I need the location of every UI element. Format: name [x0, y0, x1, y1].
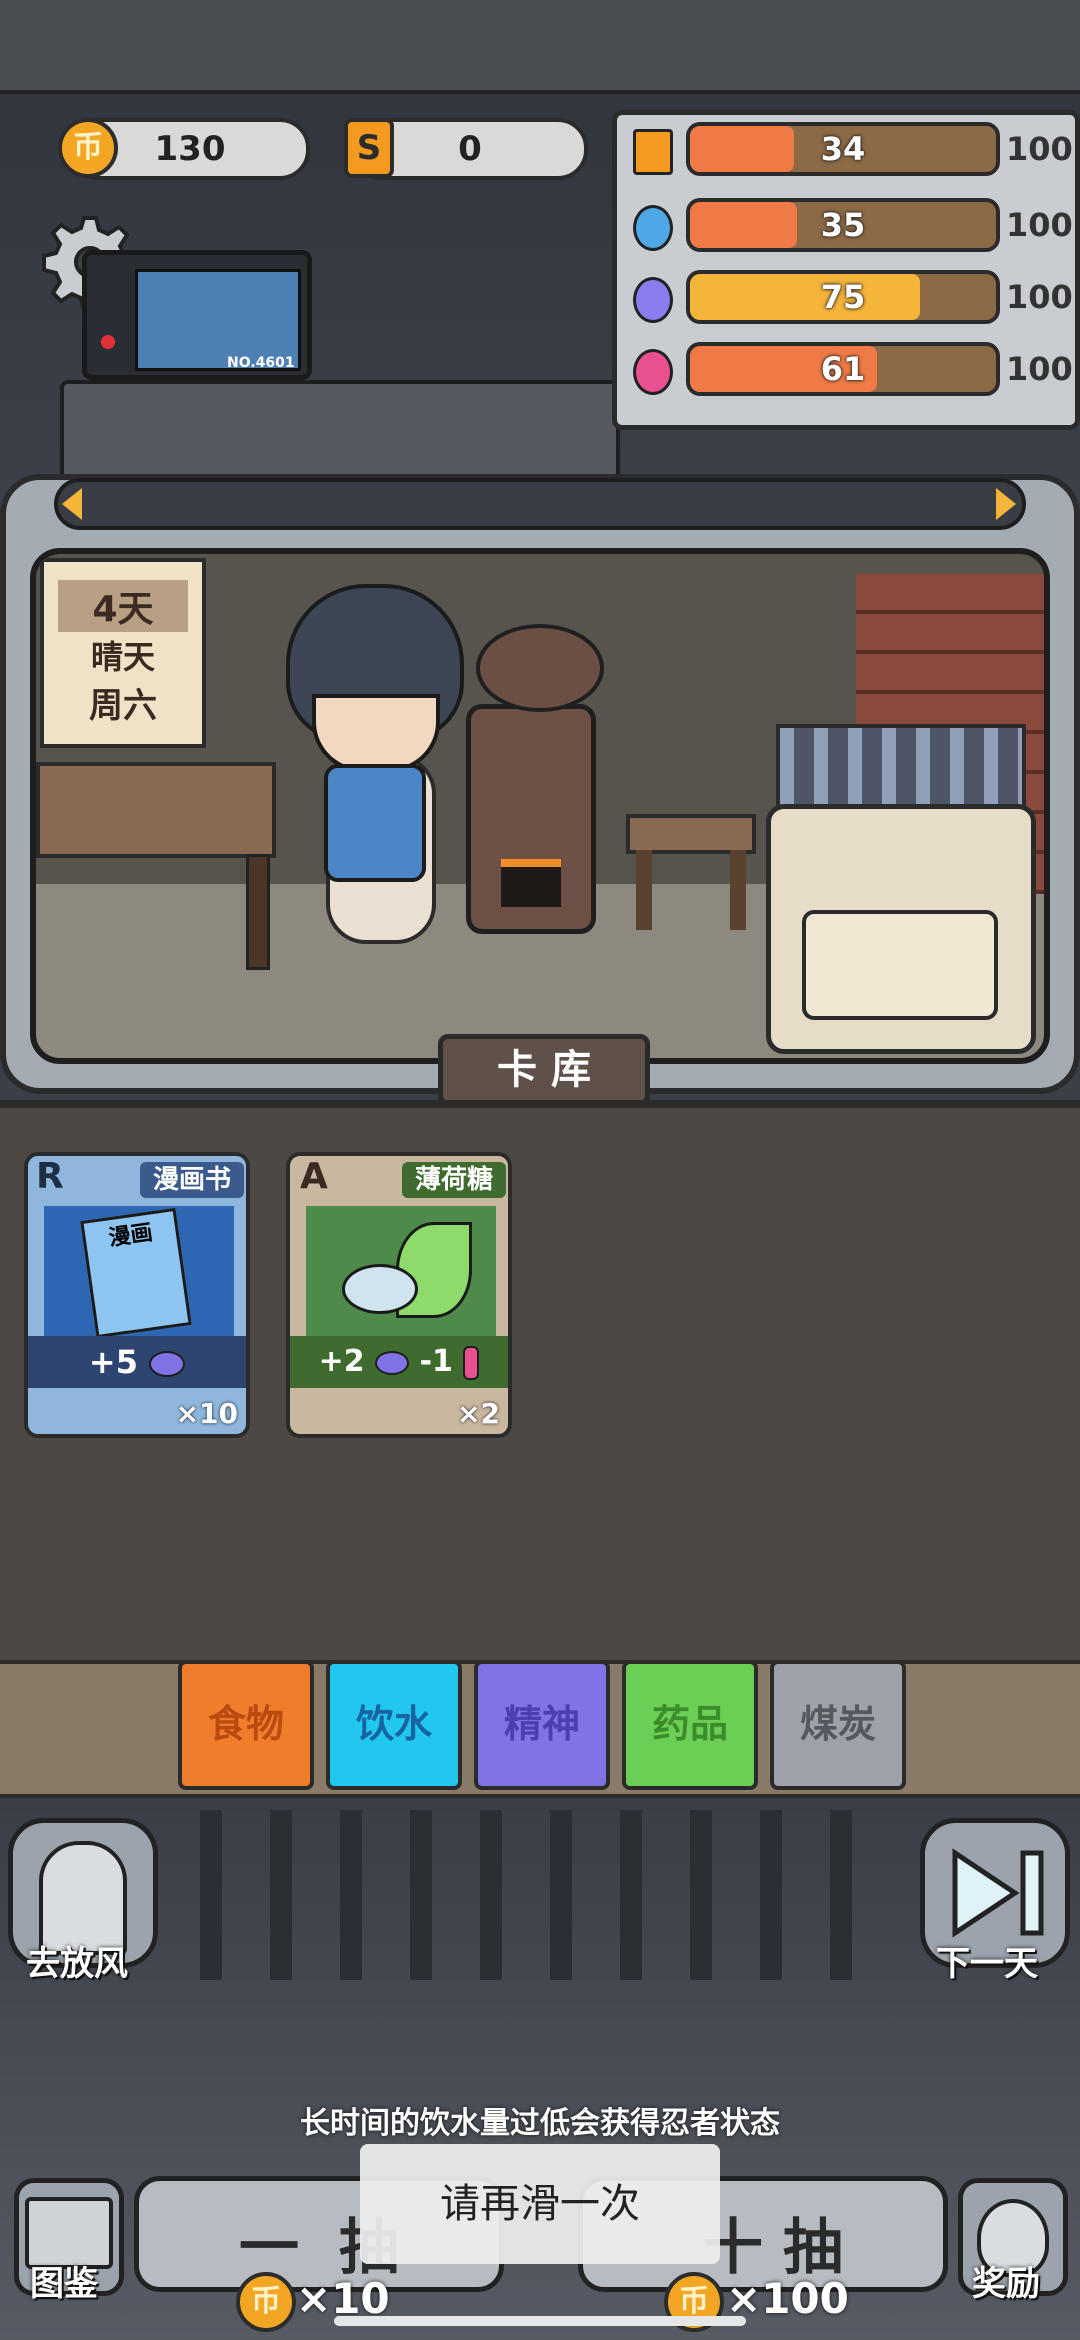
card-effect-band: +5 — [28, 1336, 246, 1388]
card-effect-band: +2 -1 — [290, 1336, 508, 1388]
draw-ten-cost: ×100 — [726, 2274, 849, 2323]
stat-max: 100 — [1006, 350, 1073, 388]
candy-disc-icon — [342, 1264, 418, 1314]
card-count: ×10 — [175, 1397, 238, 1430]
thermometer-icon — [463, 1345, 480, 1380]
card-effect: +2 — [318, 1344, 365, 1379]
stat-row: 35 100 — [626, 198, 1076, 254]
go-out-label: 去放风 — [26, 1944, 128, 1984]
special-currency-icon: S — [344, 118, 394, 178]
tip-text: 长时间的饮水量过低会获得忍者状态 — [300, 2106, 780, 2141]
stool-legs — [636, 850, 746, 930]
home-indicator[interactable] — [334, 2316, 746, 2326]
stat-row: 75 100 — [626, 270, 1076, 326]
bed-headboard — [776, 724, 1026, 814]
stat-bar: 34 — [686, 122, 1000, 176]
stat-value: 75 — [820, 278, 866, 316]
card-name: 漫画书 — [140, 1162, 244, 1198]
room-prev-arrow[interactable] — [62, 488, 82, 520]
brain-icon — [375, 1350, 410, 1375]
security-monitor: NO.4601 — [82, 250, 312, 380]
room-nav-bar — [54, 478, 1026, 530]
mint-candy-art — [306, 1206, 496, 1336]
draw-one-coin-icon: 币 — [236, 2272, 296, 2332]
water-drop-icon — [630, 202, 676, 251]
wooden-table — [36, 762, 276, 858]
brain-icon — [149, 1351, 186, 1377]
monitor-red-light — [101, 335, 115, 349]
stove-fire — [501, 859, 561, 907]
category-tab[interactable]: 药品 — [622, 1660, 758, 1790]
stat-row: 61 100 — [626, 342, 1076, 398]
category-tab[interactable]: 食物 — [178, 1660, 314, 1790]
thermometer-icon — [630, 346, 676, 395]
card-rank: R — [36, 1156, 64, 1197]
character-face — [312, 694, 440, 772]
stove-lid — [476, 624, 604, 712]
category-tab[interactable]: 精神 — [474, 1660, 610, 1790]
room-next-arrow[interactable] — [996, 488, 1016, 520]
calendar-weekday: 周六 — [89, 686, 157, 726]
card-name: 薄荷糖 — [402, 1162, 506, 1198]
card-comic-book[interactable]: R 漫画书 漫画 +5 ×10 — [24, 1152, 250, 1438]
stat-row: 34 100 — [626, 122, 1076, 178]
prisoner-character — [276, 584, 466, 914]
monitor-label: NO.4601 — [227, 355, 295, 371]
calendar-day: 4天 — [58, 580, 188, 632]
stat-value: 35 — [820, 206, 866, 244]
stat-max: 100 — [1006, 130, 1073, 168]
room-scene: 4天 晴天 周六 — [30, 548, 1050, 1064]
calendar-weather: 晴天 — [90, 638, 155, 676]
wooden-stool — [626, 814, 756, 854]
energy-icon — [630, 126, 676, 175]
draw-ten-label-right: 抽 — [783, 2213, 843, 2283]
toast-message: 请再滑一次 — [360, 2144, 720, 2264]
card-rank: A — [300, 1156, 328, 1197]
machinery — [60, 380, 620, 480]
stat-value: 61 — [820, 350, 866, 388]
guide-label: 图鉴 — [30, 2264, 98, 2304]
wall-calendar: 4天 晴天 周六 — [40, 558, 206, 748]
next-day-label: 下一天 — [936, 1944, 1038, 1984]
card-count: ×2 — [457, 1397, 500, 1430]
card-effect: +5 — [88, 1343, 138, 1381]
stat-value: 34 — [820, 130, 866, 168]
stat-bar: 35 — [686, 198, 1000, 252]
comic-book-art: 漫画 — [44, 1206, 234, 1339]
stat-bar: 75 — [686, 270, 1000, 324]
stat-max: 100 — [1006, 278, 1073, 316]
table-leg — [246, 854, 270, 970]
prison-bars — [200, 1810, 880, 1980]
coin-icon: 币 — [58, 118, 118, 178]
card-mint-candy[interactable]: A 薄荷糖 +2 -1 ×2 — [286, 1152, 512, 1438]
stat-bar: 61 — [686, 342, 1000, 396]
category-tab[interactable]: 饮水 — [326, 1660, 462, 1790]
card-effect-secondary: -1 — [419, 1344, 453, 1379]
category-tab[interactable]: 煤炭 — [770, 1660, 906, 1790]
stat-max: 100 — [1006, 206, 1073, 244]
character-body — [324, 764, 426, 882]
reward-label: 奖励 — [972, 2264, 1040, 2304]
ceiling-planks — [0, 0, 1080, 94]
bed-pillow — [802, 910, 998, 1020]
comic-book-icon: 漫画 — [80, 1207, 192, 1339]
deck-title-plaque: 卡 库 — [438, 1034, 650, 1106]
brain-icon — [630, 274, 676, 323]
coal-stove — [466, 704, 596, 934]
